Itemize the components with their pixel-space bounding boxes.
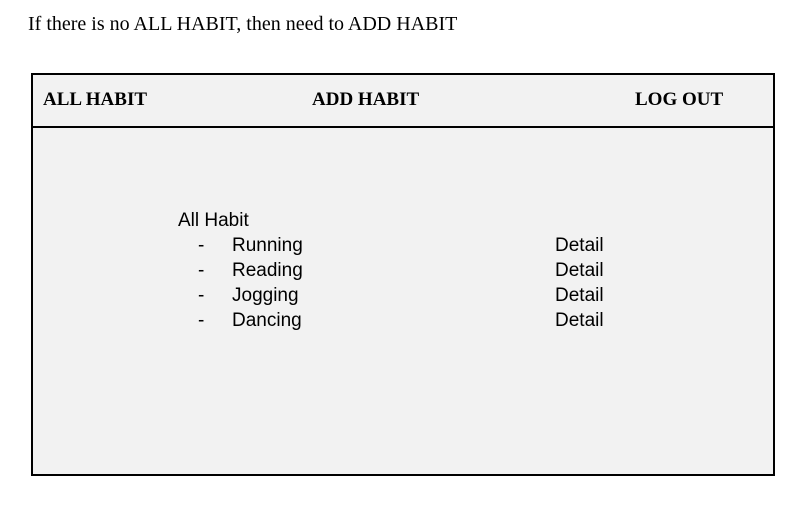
habit-row: - Running Detail xyxy=(33,235,773,260)
habit-name: Dancing xyxy=(232,310,302,331)
nav-bar: ALL HABIT ADD HABIT LOG OUT xyxy=(33,75,773,128)
instruction-note: If there is no ALL HABIT, then need to A… xyxy=(28,13,458,35)
nav-log-out[interactable]: LOG OUT xyxy=(635,89,723,111)
nav-all-habit[interactable]: ALL HABIT xyxy=(43,89,147,111)
habit-name: Running xyxy=(232,235,303,256)
habit-list-title: All Habit xyxy=(178,210,249,231)
detail-link[interactable]: Detail xyxy=(555,285,604,307)
habit-row: - Dancing Detail xyxy=(33,310,773,335)
app-frame: ALL HABIT ADD HABIT LOG OUT All Habit - … xyxy=(31,73,775,476)
habit-name: Jogging xyxy=(232,285,299,306)
habit-row: - Reading Detail xyxy=(33,260,773,285)
list-bullet: - xyxy=(198,260,205,281)
detail-link[interactable]: Detail xyxy=(555,260,604,282)
habit-list-panel: All Habit - Running Detail - Reading Det… xyxy=(33,128,773,474)
list-bullet: - xyxy=(198,235,205,256)
detail-link[interactable]: Detail xyxy=(555,310,604,332)
habit-name: Reading xyxy=(232,260,303,281)
detail-link[interactable]: Detail xyxy=(555,235,604,257)
list-bullet: - xyxy=(198,285,205,306)
nav-add-habit[interactable]: ADD HABIT xyxy=(312,89,419,111)
list-bullet: - xyxy=(198,310,205,331)
habit-row: - Jogging Detail xyxy=(33,285,773,310)
